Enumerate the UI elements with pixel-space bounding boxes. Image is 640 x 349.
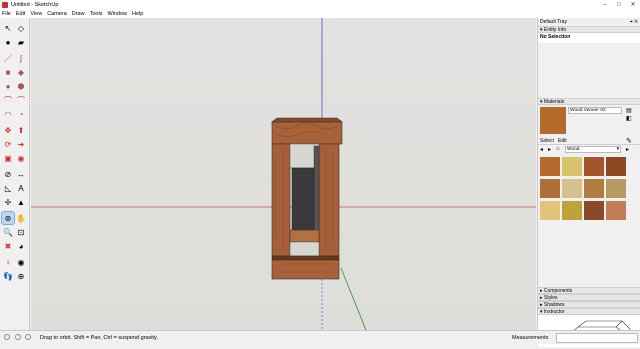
- create-material-icon[interactable]: ▤: [626, 107, 632, 114]
- material-swatch[interactable]: [606, 201, 626, 220]
- orbit-icon[interactable]: ⊛: [1, 211, 15, 225]
- section-plane-icon[interactable]: ⊕: [15, 270, 27, 282]
- tape-measure-icon[interactable]: ⊘: [2, 168, 14, 180]
- zoom-icon[interactable]: 🔍: [2, 226, 14, 238]
- menu-view[interactable]: View: [30, 10, 42, 18]
- status-hint: Drag to orbit. Shift = Pan, Ctrl = suspe…: [40, 335, 158, 341]
- material-swatches: [538, 155, 640, 225]
- material-swatch[interactable]: [540, 201, 560, 220]
- rotated-rectangle-icon[interactable]: ◆: [15, 66, 27, 78]
- large-tool-set: ↖ ◇ ● ▰ ／ ∫ ■ ◆ ● ⬢ ⌒ ⌒ ◠ ◔ ✥ ⬆ ⟳ ➜ ▣ ◉ …: [0, 18, 30, 330]
- pan-hand-icon[interactable]: ✋: [15, 212, 27, 224]
- measurements-input[interactable]: [556, 333, 638, 343]
- material-swatch[interactable]: [562, 179, 582, 198]
- paint-bucket-icon[interactable]: ●: [2, 36, 14, 48]
- title-bar: Untitled - SketchUp – □ ✕: [0, 0, 640, 10]
- look-around-icon[interactable]: ◉: [15, 256, 27, 268]
- wood-cabinet-model[interactable]: [271, 117, 343, 280]
- shadows-header[interactable]: ▸ Shadows: [538, 301, 640, 308]
- menu-file[interactable]: File: [2, 10, 11, 18]
- move-icon[interactable]: ✥: [2, 124, 14, 136]
- zoom-window-icon[interactable]: ⊡: [15, 226, 27, 238]
- material-swatch[interactable]: [584, 201, 604, 220]
- minimize-icon[interactable]: –: [598, 0, 612, 10]
- tray-title: Default Tray: [540, 19, 567, 25]
- material-swatch[interactable]: [584, 179, 604, 198]
- close-icon[interactable]: ✕: [626, 0, 640, 10]
- green-axis: [340, 267, 367, 330]
- material-swatch[interactable]: [540, 179, 560, 198]
- scale-icon[interactable]: ▣: [2, 152, 14, 164]
- dimension-icon[interactable]: ↔: [15, 168, 27, 180]
- maximize-icon[interactable]: □: [612, 0, 626, 10]
- make-component-icon[interactable]: ◇: [15, 22, 27, 34]
- arc-icon[interactable]: ⌒: [2, 94, 14, 106]
- collection-select[interactable]: Wood ▾: [565, 146, 621, 153]
- material-swatch[interactable]: [562, 201, 582, 220]
- menu-window[interactable]: Window: [107, 10, 127, 18]
- material-swatch[interactable]: [606, 179, 626, 198]
- forward-icon[interactable]: ▸: [548, 146, 551, 153]
- two-point-arc-icon[interactable]: ⌒: [15, 94, 27, 106]
- select-arrow-icon[interactable]: ↖: [2, 22, 14, 34]
- menu-camera[interactable]: Camera: [47, 10, 67, 18]
- previous-view-icon[interactable]: ◕: [15, 240, 27, 252]
- material-swatch[interactable]: [606, 157, 626, 176]
- protractor-icon[interactable]: ◺: [2, 182, 14, 194]
- walk-icon[interactable]: 👣: [2, 270, 14, 282]
- material-swatch[interactable]: [540, 157, 560, 176]
- material-name-field[interactable]: Wood Veneer 02: [568, 107, 622, 114]
- back-icon[interactable]: ◂: [540, 146, 543, 153]
- position-camera-icon[interactable]: ♀: [2, 256, 14, 268]
- circle-icon[interactable]: ●: [2, 80, 14, 92]
- model-viewport[interactable]: [31, 18, 536, 330]
- materials-header[interactable]: ▾ Materials: [538, 98, 640, 105]
- line-icon[interactable]: ／: [2, 52, 14, 64]
- follow-me-icon[interactable]: ➜: [15, 138, 27, 150]
- 3d-text-icon[interactable]: ▲: [15, 196, 27, 208]
- eraser-icon[interactable]: ▰: [15, 36, 27, 48]
- components-header[interactable]: ▸ Components: [538, 287, 640, 294]
- entity-selection: No Selection: [538, 33, 640, 43]
- axes-icon[interactable]: ✢: [2, 196, 14, 208]
- text-icon[interactable]: A: [15, 182, 27, 194]
- zoom-extents-icon[interactable]: ✖: [2, 240, 14, 252]
- three-point-arc-icon[interactable]: ◠: [2, 108, 14, 120]
- entity-info-header[interactable]: ▾ Entity Info: [538, 26, 640, 33]
- window-title: Untitled - SketchUp: [11, 2, 59, 8]
- sketchup-logo-icon: [2, 2, 8, 8]
- measurements-label: Measurements: [512, 335, 549, 341]
- tab-edit[interactable]: Edit: [558, 138, 567, 144]
- help-icon[interactable]: [25, 334, 32, 340]
- freehand-icon[interactable]: ∫: [15, 52, 27, 64]
- home-icon[interactable]: ⌂: [556, 146, 560, 152]
- pie-icon[interactable]: ◔: [15, 108, 27, 120]
- push-pull-icon[interactable]: ⬆: [15, 124, 27, 136]
- material-swatch[interactable]: [584, 157, 604, 176]
- tray-pin-icon[interactable]: ⌖ ✕: [630, 18, 640, 26]
- menu-draw[interactable]: Draw: [72, 10, 85, 18]
- instructor-header[interactable]: ▾ Instructor: [538, 308, 640, 315]
- material-swatch[interactable]: [562, 157, 582, 176]
- details-icon[interactable]: ▸: [626, 146, 629, 153]
- menu-edit[interactable]: Edit: [16, 10, 25, 18]
- offset-icon[interactable]: ◉: [15, 152, 27, 164]
- status-bar: Drag to orbit. Shift = Pan, Ctrl = suspe…: [0, 330, 640, 344]
- menu-tools[interactable]: Tools: [90, 10, 103, 18]
- credits-icon[interactable]: [14, 334, 21, 340]
- geo-location-icon[interactable]: [4, 334, 10, 340]
- menu-bar: File Edit View Camera Draw Tools Window …: [0, 10, 640, 18]
- styles-header[interactable]: ▸ Styles: [538, 294, 640, 301]
- rectangle-icon[interactable]: ■: [2, 66, 14, 78]
- material-preview: [540, 107, 566, 134]
- sample-paint-icon[interactable]: ✎: [626, 137, 632, 145]
- rotate-icon[interactable]: ⟳: [2, 138, 14, 150]
- tab-select[interactable]: Select: [540, 138, 554, 144]
- model-canvas[interactable]: [31, 18, 536, 330]
- default-paint-icon[interactable]: ◧: [626, 115, 632, 122]
- polygon-icon[interactable]: ⬢: [15, 80, 27, 92]
- menu-help[interactable]: Help: [132, 10, 143, 18]
- default-tray: Default Tray ⌖ ✕ ▾ Entity Info No Select…: [537, 18, 640, 347]
